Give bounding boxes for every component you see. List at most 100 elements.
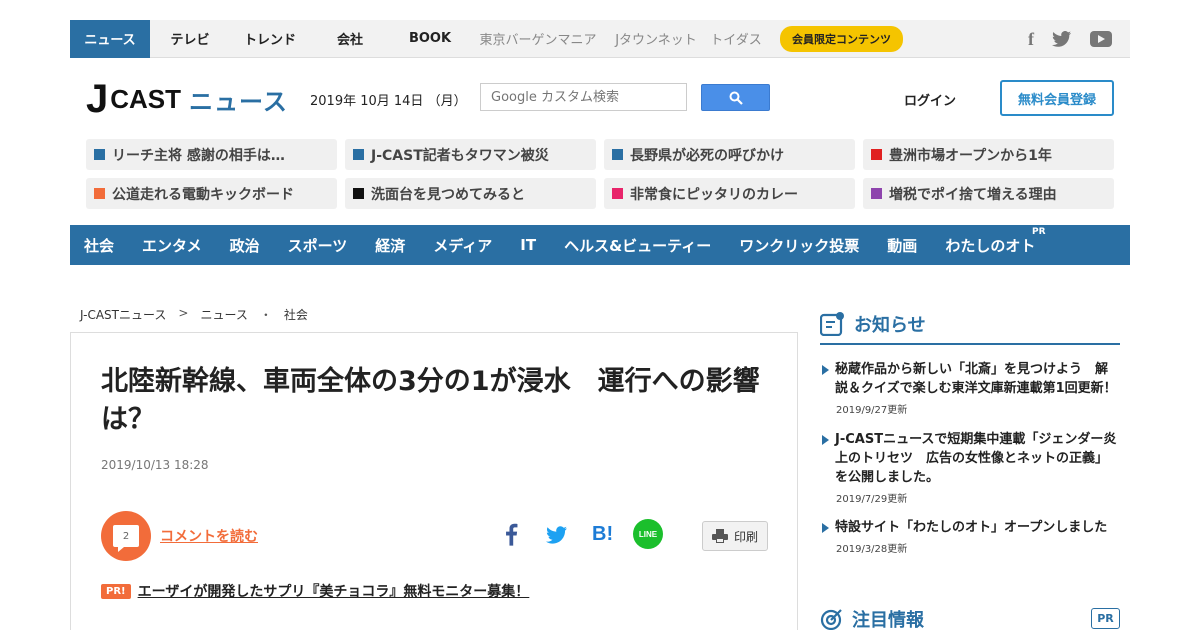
category-society[interactable]: 社会 (84, 235, 114, 256)
topic-item[interactable]: 洗面台を見つめてみると (345, 178, 596, 209)
topnav-trend[interactable]: トレンド (230, 20, 310, 58)
notice-icon (820, 312, 844, 336)
topic-item[interactable]: 豊洲市場オープンから1年 (863, 139, 1114, 170)
notice-divider (820, 343, 1120, 345)
facebook-share-icon[interactable] (503, 521, 519, 547)
category-sports[interactable]: スポーツ (288, 235, 348, 256)
breadcrumb-home[interactable]: J-CASTニュース (80, 306, 166, 323)
notice-date: 2019/7/29更新 (836, 494, 908, 505)
topnav-book[interactable]: BOOK (390, 20, 470, 58)
read-comments-link[interactable]: コメントを読む (160, 526, 258, 546)
notice-date: 2019/9/27更新 (836, 405, 908, 416)
topnav-jtown[interactable]: Jタウンネット (606, 20, 706, 58)
topnav-tv[interactable]: テレビ (150, 20, 230, 58)
category-video[interactable]: 動画 (887, 235, 917, 256)
member-content-badge[interactable]: 会員限定コンテンツ (780, 25, 903, 52)
top-nav: ニュース テレビ トレンド 会社 BOOK 東京バーゲンマニア Jタウンネット … (70, 19, 1130, 58)
line-share-icon[interactable]: LINE (633, 519, 663, 549)
topic-label: 増税でポイ捨て増える理由 (889, 186, 1057, 203)
topic-marker (94, 149, 105, 160)
twitter-icon[interactable] (1052, 31, 1072, 47)
article-date: 2019/10/13 18:28 (101, 458, 209, 472)
topnav-company[interactable]: 会社 (310, 20, 390, 58)
topnav-bargain-mania[interactable]: 東京バーゲンマニア (470, 20, 606, 58)
category-it[interactable]: IT (520, 236, 536, 254)
print-button[interactable]: 印刷 (702, 521, 768, 551)
topnav-toidas[interactable]: トイダス (706, 20, 766, 58)
search-icon (729, 91, 743, 105)
bullet-arrow-icon (822, 435, 829, 445)
topic-label: リーチ主将 感謝の相手は… (112, 147, 285, 164)
topic-marker (612, 149, 623, 160)
category-economy[interactable]: 経済 (375, 235, 405, 256)
topic-label: 非常食にピッタリのカレー (630, 186, 798, 203)
topic-marker (871, 149, 882, 160)
search-input[interactable] (480, 83, 687, 111)
youtube-icon[interactable] (1090, 31, 1112, 47)
category-media[interactable]: メディア (433, 235, 492, 256)
comment-button[interactable]: 2 (101, 511, 151, 561)
category-politics[interactable]: 政治 (230, 235, 260, 256)
twitter-share-icon[interactable] (546, 526, 568, 544)
topic-label: 洗面台を見つめてみると (371, 186, 525, 203)
topic-marker (353, 149, 364, 160)
line-share-label: LINE (638, 529, 658, 539)
bullet-arrow-icon (822, 365, 829, 375)
breadcrumb: J-CASTニュース > ニュース ・ 社会 (80, 306, 308, 323)
bullet-arrow-icon (822, 523, 829, 533)
notice-item[interactable]: 特設サイト「わたしのオト」オープンしました 2019/3/28更新 (822, 518, 1120, 555)
page: ニュース テレビ トレンド 会社 BOOK 東京バーゲンマニア Jタウンネット … (0, 0, 1200, 630)
logo-news: ニュース (189, 87, 288, 116)
topic-label: 豊洲市場オープンから1年 (889, 147, 1052, 164)
logo-cast: CAST (110, 83, 182, 114)
attention-header: 注目情報 (820, 606, 924, 630)
topic-item[interactable]: 非常食にピッタリのカレー (604, 178, 855, 209)
comment-count: 2 (113, 525, 139, 552)
topic-marker (612, 188, 623, 199)
pr-badge: PR! (101, 583, 131, 599)
topic-label: 公道走れる電動キックボード (112, 186, 294, 203)
topic-label: J-CAST記者もタワマン被災 (371, 147, 549, 164)
notice-header: お知らせ (820, 311, 926, 337)
search-button[interactable] (701, 84, 770, 111)
target-icon (820, 609, 842, 630)
topic-item[interactable]: リーチ主将 感謝の相手は… (86, 139, 337, 170)
category-one-click-vote[interactable]: ワンクリック投票 (739, 235, 859, 256)
breadcrumb-news[interactable]: ニュース (200, 306, 247, 323)
social-links: f (1028, 20, 1112, 58)
pr-ad-row: PR! エーザイが開発したサプリ『美チョコラ』無料モニター募集！ (101, 581, 529, 601)
site-logo[interactable]: J CAST ニュース (86, 78, 288, 120)
topic-marker (353, 188, 364, 199)
breadcrumb-society[interactable]: 社会 (284, 306, 308, 323)
topic-marker (94, 188, 105, 199)
topic-item[interactable]: J-CAST記者もタワマン被災 (345, 139, 596, 170)
login-link[interactable]: ログイン (904, 90, 956, 109)
topnav-news[interactable]: ニュース (70, 19, 150, 58)
topic-item[interactable]: 増税でポイ捨て増える理由 (863, 178, 1114, 209)
topic-item[interactable]: 公道走れる電動キックボード (86, 178, 337, 209)
current-date: 2019年 10月 14日 （月） (310, 94, 467, 109)
category-pr-label: PR (1032, 227, 1046, 237)
printer-icon (711, 529, 728, 543)
notice-text[interactable]: J-CASTニュースで短期集中連載「ジェンダー炎上のトリセツ 広告の女性像とネッ… (835, 430, 1120, 487)
topic-marker (871, 188, 882, 199)
notice-date: 2019/3/28更新 (836, 544, 908, 555)
category-health-beauty[interactable]: ヘルス&ビューティー (564, 235, 711, 256)
topic-label: 長野県が必死の呼びかけ (630, 147, 784, 164)
notice-title: お知らせ (854, 315, 926, 336)
pr-ad-link[interactable]: エーザイが開発したサプリ『美チョコラ』無料モニター募集！ (138, 581, 530, 601)
article: 北陸新幹線、車両全体の3分の1が浸水 運行への影響は？ 2019/10/13 1… (70, 332, 798, 630)
signup-button[interactable]: 無料会員登録 (1000, 80, 1114, 116)
category-entertainment[interactable]: エンタメ (142, 235, 202, 256)
notice-text[interactable]: 秘蔵作品から新しい「北斎」を見つけよう 解説＆クイズで楽しむ東洋文庫新連載第1回… (835, 360, 1120, 398)
notice-item[interactable]: J-CASTニュースで短期集中連載「ジェンダー炎上のトリセツ 広告の女性像とネッ… (822, 430, 1120, 505)
notice-text[interactable]: 特設サイト「わたしのオト」オープンしました (835, 518, 1107, 537)
notice-item[interactable]: 秘蔵作品から新しい「北斎」を見つけよう 解説＆クイズで楽しむ東洋文庫新連載第1回… (822, 360, 1120, 416)
facebook-icon[interactable]: f (1028, 29, 1034, 50)
category-watashi-no-oto[interactable]: わたしのオト (945, 235, 1035, 256)
category-nav: 社会 エンタメ 政治 スポーツ 経済 メディア IT ヘルス&ビューティー ワン… (70, 225, 1130, 265)
topic-item[interactable]: 長野県が必死の呼びかけ (604, 139, 855, 170)
hatena-bookmark-icon[interactable]: B! (592, 523, 613, 546)
logo-j: J (86, 77, 109, 121)
breadcrumb-separator: ・ (259, 308, 272, 322)
